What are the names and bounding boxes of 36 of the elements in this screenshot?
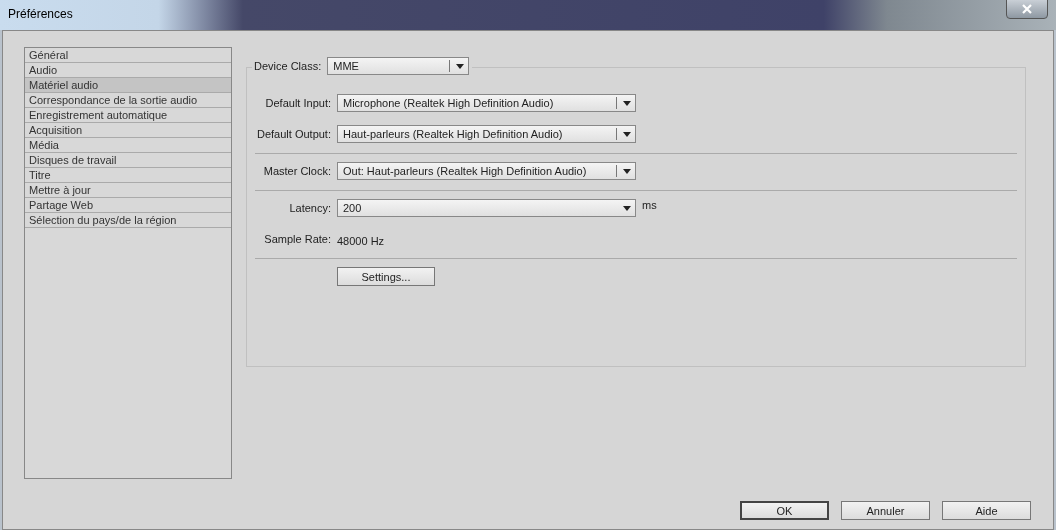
settings-button[interactable]: Settings...	[337, 267, 435, 286]
caret-icon	[456, 63, 465, 69]
field-label: Default Input:	[264, 97, 331, 109]
dialog-button[interactable]: OK	[740, 501, 829, 520]
close-button[interactable]	[1006, 0, 1048, 19]
sidebar-item[interactable]: Sélection du pays/de la région	[25, 213, 231, 228]
caret-icon	[623, 131, 631, 137]
dropdown[interactable]: 200	[337, 199, 636, 217]
close-icon	[1022, 4, 1032, 14]
caret-icon	[623, 100, 631, 106]
window-title: Préférences	[8, 7, 73, 21]
dropdown[interactable]: Haut-parleurs (Realtek High Definition Audio)	[337, 125, 636, 143]
caret-icon	[623, 168, 631, 174]
dropdown[interactable]: Out: Haut-parleurs (Realtek High Definition Audio)	[337, 162, 636, 180]
sidebar-item[interactable]: Enregistrement automatique	[25, 108, 231, 123]
dropdown[interactable]: Microphone (Realtek High Definition Audio)	[337, 94, 636, 112]
dialog-button[interactable]: Annuler	[841, 501, 930, 520]
sidebar-item[interactable]: Titre	[25, 168, 231, 183]
sidebar-item[interactable]: Acquisition	[25, 123, 231, 138]
sidebar-item[interactable]: Mettre à jour	[25, 183, 231, 198]
field-value: 48000 Hz	[337, 235, 385, 247]
dropdown[interactable]: MME	[327, 57, 470, 75]
caret-icon	[623, 205, 631, 211]
field-label: Latency:	[288, 202, 331, 214]
dialog-button[interactable]: Aide	[942, 501, 1031, 520]
sidebar-item[interactable]: Général	[25, 48, 231, 63]
sidebar-item[interactable]: Partage Web	[25, 198, 231, 213]
sidebar-item[interactable]: Média	[25, 138, 231, 153]
field-label: Master Clock:	[262, 165, 331, 177]
field-label: Sample Rate:	[263, 233, 331, 245]
sidebar-item[interactable]: Disques de travail	[25, 153, 231, 168]
sidebar-item[interactable]: Matériel audio	[25, 78, 231, 93]
unit-label: ms	[642, 199, 657, 211]
field-label: Device Class:	[254, 60, 322, 72]
field-label: Default Output:	[256, 128, 331, 140]
sidebar-item[interactable]: Correspondance de la sortie audio	[25, 93, 231, 108]
